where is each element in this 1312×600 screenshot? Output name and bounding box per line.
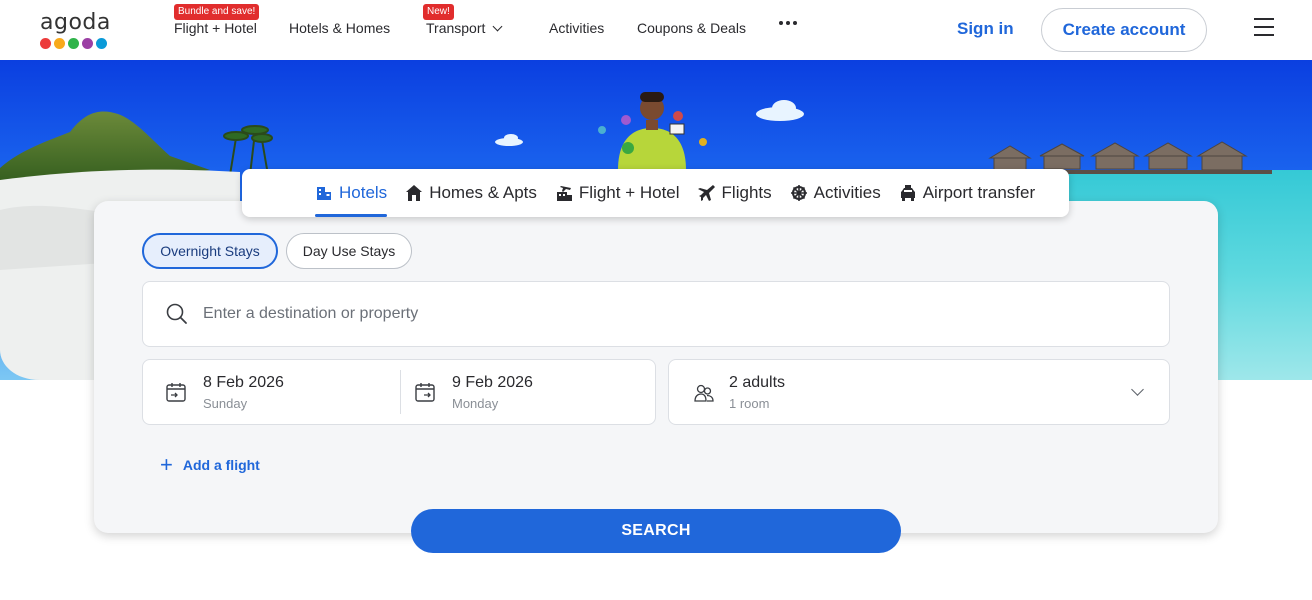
- guests-summary: 2 adults: [729, 374, 786, 391]
- rooms-summary: 1 room: [729, 396, 770, 411]
- destination-field[interactable]: [142, 281, 1170, 347]
- overnight-stays-toggle[interactable]: Overnight Stays: [142, 233, 278, 269]
- hamburger-menu-icon[interactable]: [1254, 18, 1274, 38]
- airplane-icon: [697, 185, 715, 201]
- tab-flights[interactable]: Flights: [697, 169, 772, 217]
- tab-activities-label: Activities: [813, 183, 881, 202]
- nav-transport-label: Transport: [426, 20, 486, 36]
- add-flight-link[interactable]: + Add a flight: [160, 452, 260, 477]
- nav-transport[interactable]: Transport: [426, 20, 503, 36]
- logo-dots: [40, 38, 116, 49]
- logo-dot-yellow: [54, 38, 65, 49]
- search-button[interactable]: SEARCH: [411, 509, 901, 553]
- logo-dot-blue: [96, 38, 107, 49]
- add-flight-label: Add a flight: [182, 457, 260, 473]
- hotel-icon: [317, 187, 331, 200]
- flight-hotel-icon: [556, 186, 572, 201]
- home-icon: [406, 185, 423, 201]
- logo-dot-purple: [82, 38, 93, 49]
- tab-homes-apts[interactable]: Homes & Apts: [405, 169, 537, 217]
- top-header: agoda Bundle and save! Flight + Hotel Ho…: [0, 0, 1312, 60]
- check-out-day: Monday: [452, 396, 499, 411]
- check-in-date: 8 Feb 2026: [203, 374, 284, 391]
- product-tabs: Hotels Homes & Apts Flight + Hotel Fligh…: [242, 169, 1069, 217]
- occupancy-selector[interactable]: 2 adults 1 room: [668, 359, 1170, 425]
- new-badge: New!: [423, 4, 454, 20]
- nav-activities[interactable]: Activities: [549, 20, 604, 36]
- tab-activities[interactable]: Activities: [790, 169, 881, 217]
- tab-airport-transfer[interactable]: Airport transfer: [899, 169, 1035, 217]
- logo-dot-red: [40, 38, 51, 49]
- tab-hotels-label: Hotels: [339, 183, 388, 202]
- date-range-picker: 8 Feb 2026 Sunday 9 Feb 2026 Monday: [142, 359, 656, 425]
- create-account-button[interactable]: Create account: [1041, 8, 1207, 52]
- promo-person-illustration: [598, 92, 707, 170]
- calendar-check-out-icon: [415, 383, 435, 402]
- destination-input[interactable]: [203, 302, 1103, 326]
- nav-coupons-deals[interactable]: Coupons & Deals: [637, 20, 746, 36]
- search-card: Overnight Stays Day Use Stays 8 Feb 2026…: [94, 201, 1218, 533]
- people-icon: [694, 384, 714, 402]
- tab-hotels[interactable]: Hotels: [315, 169, 388, 217]
- agoda-logo[interactable]: agoda: [40, 12, 116, 50]
- check-out-field[interactable]: 9 Feb 2026 Monday: [392, 360, 655, 424]
- tab-airport-transfer-label: Airport transfer: [922, 183, 1036, 202]
- activities-icon: [790, 185, 807, 201]
- chevron-down-icon: [492, 21, 503, 32]
- more-horizontal-icon[interactable]: [779, 21, 797, 25]
- tab-flights-label: Flights: [721, 183, 772, 202]
- calendar-check-in-icon: [166, 383, 186, 402]
- logo-dot-green: [68, 38, 79, 49]
- check-out-date: 9 Feb 2026: [452, 374, 533, 391]
- nav-hotels-homes[interactable]: Hotels & Homes: [289, 20, 390, 36]
- plus-icon: +: [160, 452, 173, 477]
- tab-flight-hotel[interactable]: Flight + Hotel: [555, 169, 680, 217]
- bundle-badge: Bundle and save!: [174, 4, 260, 20]
- day-use-stays-toggle[interactable]: Day Use Stays: [286, 233, 412, 269]
- chevron-down-icon: [1131, 383, 1144, 396]
- car-icon: [900, 185, 915, 201]
- check-in-day: Sunday: [203, 396, 248, 411]
- logo-text: agoda: [40, 10, 111, 35]
- search-icon: [166, 303, 187, 324]
- check-in-field[interactable]: 8 Feb 2026 Sunday: [143, 360, 400, 424]
- sign-in-link[interactable]: Sign in: [957, 19, 1014, 39]
- tab-homes-apts-label: Homes & Apts: [429, 183, 537, 202]
- tab-flight-hotel-label: Flight + Hotel: [578, 183, 680, 202]
- nav-flight-hotel[interactable]: Flight + Hotel: [174, 20, 257, 36]
